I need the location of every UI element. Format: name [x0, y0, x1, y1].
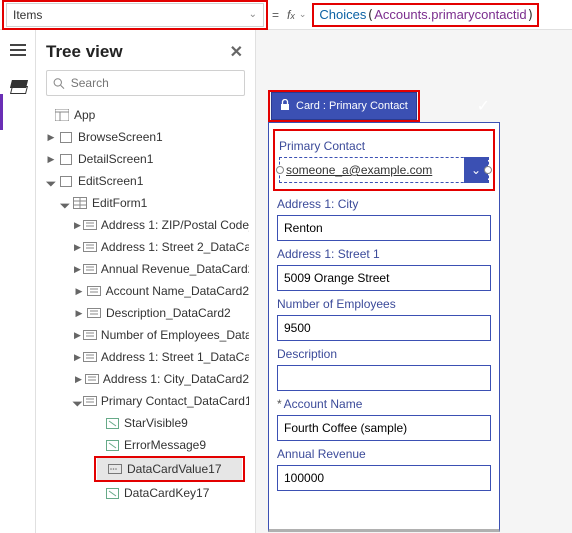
field-label: Address 1: City — [277, 197, 491, 211]
city-input[interactable] — [277, 215, 491, 241]
input-value: someone_a@example.com — [286, 163, 432, 177]
tree-node-card[interactable]: ▶Address 1: ZIP/Postal Code_DataCard — [44, 214, 249, 236]
employees-input[interactable] — [277, 315, 491, 341]
expand-icon[interactable]: ▶ — [46, 154, 56, 165]
chevron-down-icon: ⌄ — [249, 9, 257, 20]
data-card: Card : Primary Contact ✓ Primary Contact… — [268, 90, 500, 532]
tree-node-card[interactable]: ▶Account Name_DataCard2 — [44, 280, 249, 302]
property-name: Items — [13, 8, 42, 22]
card-body: Primary Contact someone_a@example.com ⌄ … — [268, 122, 500, 532]
tree-node-browse[interactable]: ▶BrowseScreen1 — [44, 126, 249, 148]
tree-node-app[interactable]: App — [44, 104, 249, 126]
label-icon — [104, 416, 120, 430]
collapse-icon[interactable]: ◢ — [58, 196, 73, 211]
equals-sign: = — [268, 8, 283, 22]
tree-node-child[interactable]: ErrorMessage9 — [44, 434, 249, 456]
close-icon[interactable]: ✕ — [230, 42, 243, 62]
property-dropdown[interactable]: Items ⌄ — [6, 3, 264, 27]
chevron-down-icon: ⌄ — [299, 9, 313, 20]
tree-view-panel: Tree view ✕ App ▶BrowseScreen1 ▶DetailSc… — [36, 30, 256, 533]
formula-bar[interactable]: Choices(Accounts.primarycontactid) — [317, 8, 534, 23]
app-icon — [54, 108, 70, 122]
screen-icon — [58, 174, 74, 188]
tree-node-card[interactable]: ◢Primary Contact_DataCard1 — [44, 390, 249, 412]
field-label: Primary Contact — [279, 139, 489, 153]
tree-view-title: Tree view — [46, 42, 123, 62]
screen-icon — [58, 152, 74, 166]
card-title: Card : Primary Contact — [296, 100, 408, 112]
card-icon — [83, 218, 97, 232]
collapse-icon[interactable]: ◢ — [44, 174, 58, 189]
top-bar: Items ⌄ = fx ⌄ Choices(Accounts.primaryc… — [0, 0, 572, 30]
check-icon[interactable]: ✓ — [477, 96, 490, 116]
lock-icon — [280, 99, 290, 114]
field-label: Number of Employees — [277, 297, 491, 311]
field-label: Description — [277, 347, 491, 361]
tree-node-card[interactable]: ▶Address 1: Street 1_DataCard2 — [44, 346, 249, 368]
tree-node-card[interactable]: ▶Address 1: City_DataCard2 — [44, 368, 249, 390]
field-label: Address 1: Street 1 — [277, 247, 491, 261]
search-icon — [53, 77, 65, 90]
form-icon — [72, 196, 88, 210]
canvas: Card : Primary Contact ✓ Primary Contact… — [256, 30, 572, 533]
left-rail — [0, 30, 36, 533]
tree-node-card[interactable]: ▶Number of Employees_DataCard2 — [44, 324, 249, 346]
expand-icon[interactable]: ▶ — [46, 132, 56, 143]
tree-node-child[interactable]: DataCardKey17 — [44, 482, 249, 504]
field-label: *Account Name — [277, 397, 491, 411]
card-header[interactable]: Card : Primary Contact ✓ — [271, 92, 417, 120]
screen-icon — [58, 130, 74, 144]
tree-view-icon[interactable] — [9, 80, 27, 96]
tree-node-card[interactable]: ▶Description_DataCard2 — [44, 302, 249, 324]
tree-node-form[interactable]: ◢EditForm1 — [44, 192, 249, 214]
primary-contact-dropdown[interactable]: someone_a@example.com ⌄ — [279, 157, 489, 183]
fx-label: fx — [283, 8, 299, 22]
input-icon — [107, 462, 123, 476]
tree-node-card[interactable]: ▶Annual Revenue_DataCard2 — [44, 258, 249, 280]
description-input[interactable] — [277, 365, 491, 391]
tree-node-detail[interactable]: ▶DetailScreen1 — [44, 148, 249, 170]
hamburger-icon[interactable] — [10, 44, 26, 56]
revenue-input[interactable] — [277, 465, 491, 491]
account-name-input[interactable] — [277, 415, 491, 441]
tree-node-selected[interactable]: DataCardValue17 — [97, 458, 242, 480]
field-label: Annual Revenue — [277, 447, 491, 461]
tree-node-edit[interactable]: ◢EditScreen1 — [44, 170, 249, 192]
street1-input[interactable] — [277, 265, 491, 291]
search-input[interactable] — [46, 70, 245, 96]
tree-node-card[interactable]: ▶Address 1: Street 2_DataCard2 — [44, 236, 249, 258]
chevron-down-icon[interactable]: ⌄ — [464, 157, 488, 183]
tree-node-child[interactable]: StarVisible9 — [44, 412, 249, 434]
search-field[interactable] — [71, 71, 238, 95]
